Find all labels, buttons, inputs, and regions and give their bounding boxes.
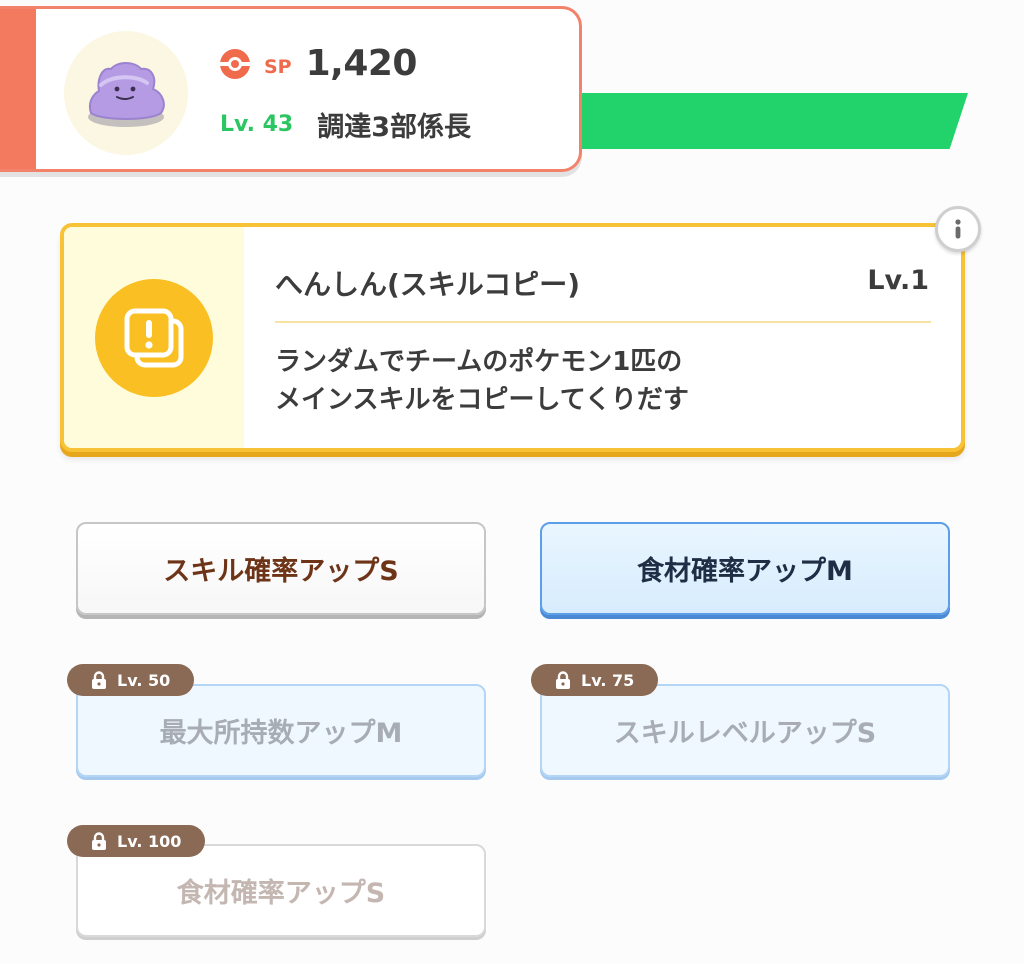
locked-subskill-button[interactable]: 最大所持数アップM [76, 684, 486, 777]
subskill-label: スキル確率アップS [163, 556, 399, 587]
sp-label: SP [264, 55, 292, 78]
pokeball-icon [220, 48, 250, 79]
ditto-icon [88, 62, 165, 127]
skill-description-line: ランダムでチームのポケモン1匹の [275, 347, 683, 377]
skill-name: へんしん(スキルコピー) [275, 268, 581, 301]
lock-icon [556, 671, 570, 689]
skill-description-line: メインスキルをコピーしてくりだす [275, 385, 689, 415]
main-skill-card[interactable]: へんしん(スキルコピー) Lv.1 ランダムでチームのポケモン1匹の メインスキ… [60, 223, 965, 452]
subskill-button[interactable]: 食材確率アップM [540, 522, 950, 615]
info-button[interactable] [935, 206, 981, 252]
unlock-level: Lv. 75 [581, 670, 635, 690]
unlock-level: Lv. 50 [117, 670, 171, 690]
lock-icon [92, 671, 106, 689]
locked-subskill-button[interactable]: 食材確率アップS [76, 844, 486, 937]
subskill-button[interactable]: スキル確率アップS [76, 522, 486, 615]
header-accent-stripe [0, 9, 36, 169]
skill-icon-panel [64, 227, 244, 448]
skill-icon-badge [95, 278, 213, 397]
unlock-level-badge: Lv. 75 [531, 664, 659, 696]
sp-row: SP 1,420 [218, 43, 417, 84]
lock-icon [92, 832, 106, 850]
skill-description: ランダムでチームのポケモン1匹の メインスキルをコピーしてくりだす [275, 343, 689, 419]
pokemon-level: Lv. 43 [220, 112, 294, 137]
pokemon-header-card: SP 1,420 Lv. 43 調達3部係長 [0, 6, 582, 172]
subskill-label: 食材確率アップS [176, 878, 386, 909]
unlock-level-badge: Lv. 50 [67, 664, 195, 696]
level-row: Lv. 43 調達3部係長 [220, 105, 471, 144]
subskill-label: 食材確率アップM [637, 556, 853, 587]
pokemon-avatar [64, 31, 188, 155]
locked-subskill-button[interactable]: スキルレベルアップS [540, 684, 950, 777]
sp-value: 1,420 [305, 43, 418, 84]
info-icon [955, 219, 961, 239]
pokemon-nickname: 調達3部係長 [317, 112, 471, 143]
skill-level: Lv.1 [867, 265, 929, 296]
unlock-level: Lv. 100 [117, 831, 182, 851]
subskill-label: 最大所持数アップM [159, 718, 403, 749]
experience-progress-bar [560, 93, 968, 149]
skill-divider [275, 321, 931, 323]
subskill-label: スキルレベルアップS [613, 718, 877, 749]
unlock-level-badge: Lv. 100 [67, 825, 206, 857]
skill-copy-icon [124, 308, 184, 367]
